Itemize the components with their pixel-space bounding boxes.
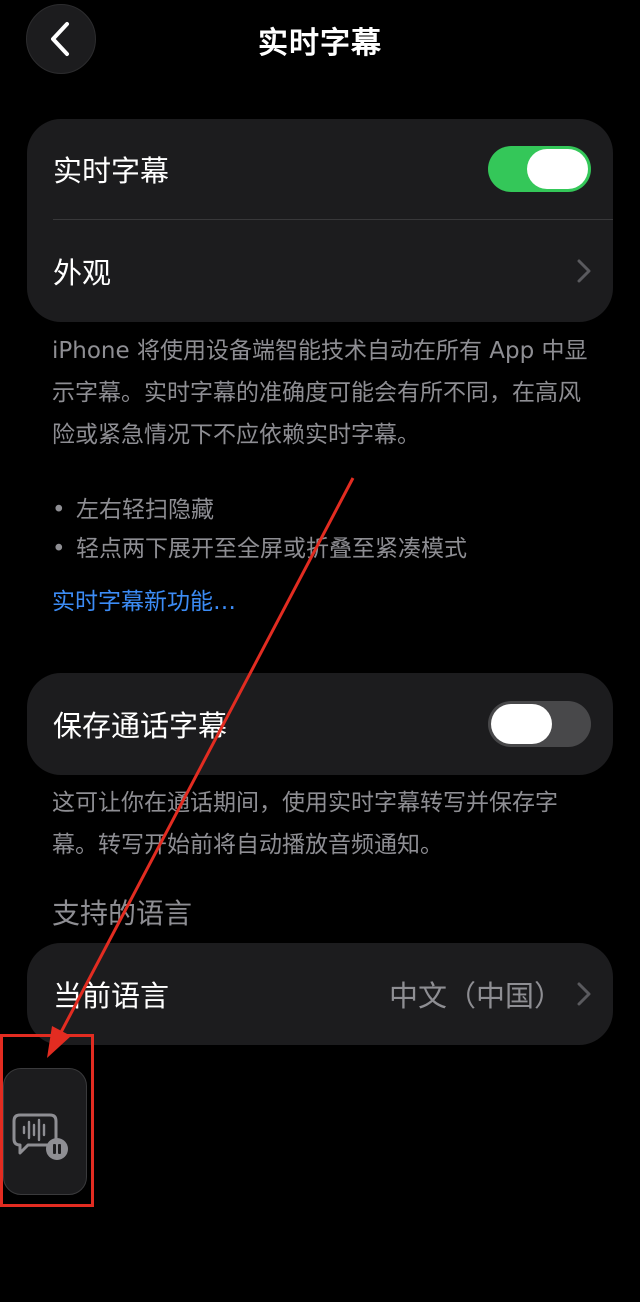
- appearance-label: 外观: [53, 256, 112, 290]
- live-captions-label: 实时字幕: [53, 154, 170, 188]
- save-call-captions-toggle[interactable]: [488, 701, 591, 747]
- current-language-label: 当前语言: [53, 979, 170, 1013]
- chevron-right-icon: [577, 259, 591, 283]
- whats-new-link[interactable]: 实时字幕新功能…: [52, 582, 236, 622]
- list-item: • 左右轻扫隐藏: [52, 497, 214, 523]
- toggle-knob: [491, 704, 552, 744]
- appearance-row[interactable]: 外观: [27, 220, 613, 322]
- current-language-value: 中文（中国）: [388, 979, 563, 1013]
- languages-section-header: 支持的语言: [52, 897, 193, 930]
- page-title: 实时字幕: [258, 26, 382, 61]
- save-call-captions-label: 保存通话字幕: [53, 709, 228, 743]
- live-captions-toggle[interactable]: [488, 146, 591, 192]
- toggle-knob: [527, 149, 588, 189]
- live-captions-paused-icon: [12, 1113, 68, 1160]
- language-card: 当前语言 中文（中国）: [27, 943, 613, 1045]
- live-captions-floating-widget[interactable]: [3, 1068, 87, 1195]
- live-captions-row: 实时字幕: [27, 119, 613, 219]
- live-captions-card: 实时字幕 外观: [27, 119, 613, 322]
- chevron-right-icon: [577, 982, 591, 1006]
- save-call-captions-card: 保存通话字幕: [27, 673, 613, 775]
- live-captions-description: iPhone 将使用设备端智能技术自动在所有 App 中显示字幕。实时字幕的准确…: [52, 338, 588, 448]
- list-item: • 轻点两下展开至全屏或折叠至紧凑模式: [52, 536, 467, 562]
- save-call-captions-description: 这可让你在通话期间，使用实时字幕转写并保存字幕。转写开始前将自动播放音频通知。: [52, 790, 558, 858]
- save-call-captions-row: 保存通话字幕: [27, 673, 613, 775]
- gesture-tips-list: • 左右轻扫隐藏 • 轻点两下展开至全屏或折叠至紧凑模式: [52, 491, 597, 569]
- current-language-row[interactable]: 当前语言 中文（中国）: [27, 943, 613, 1045]
